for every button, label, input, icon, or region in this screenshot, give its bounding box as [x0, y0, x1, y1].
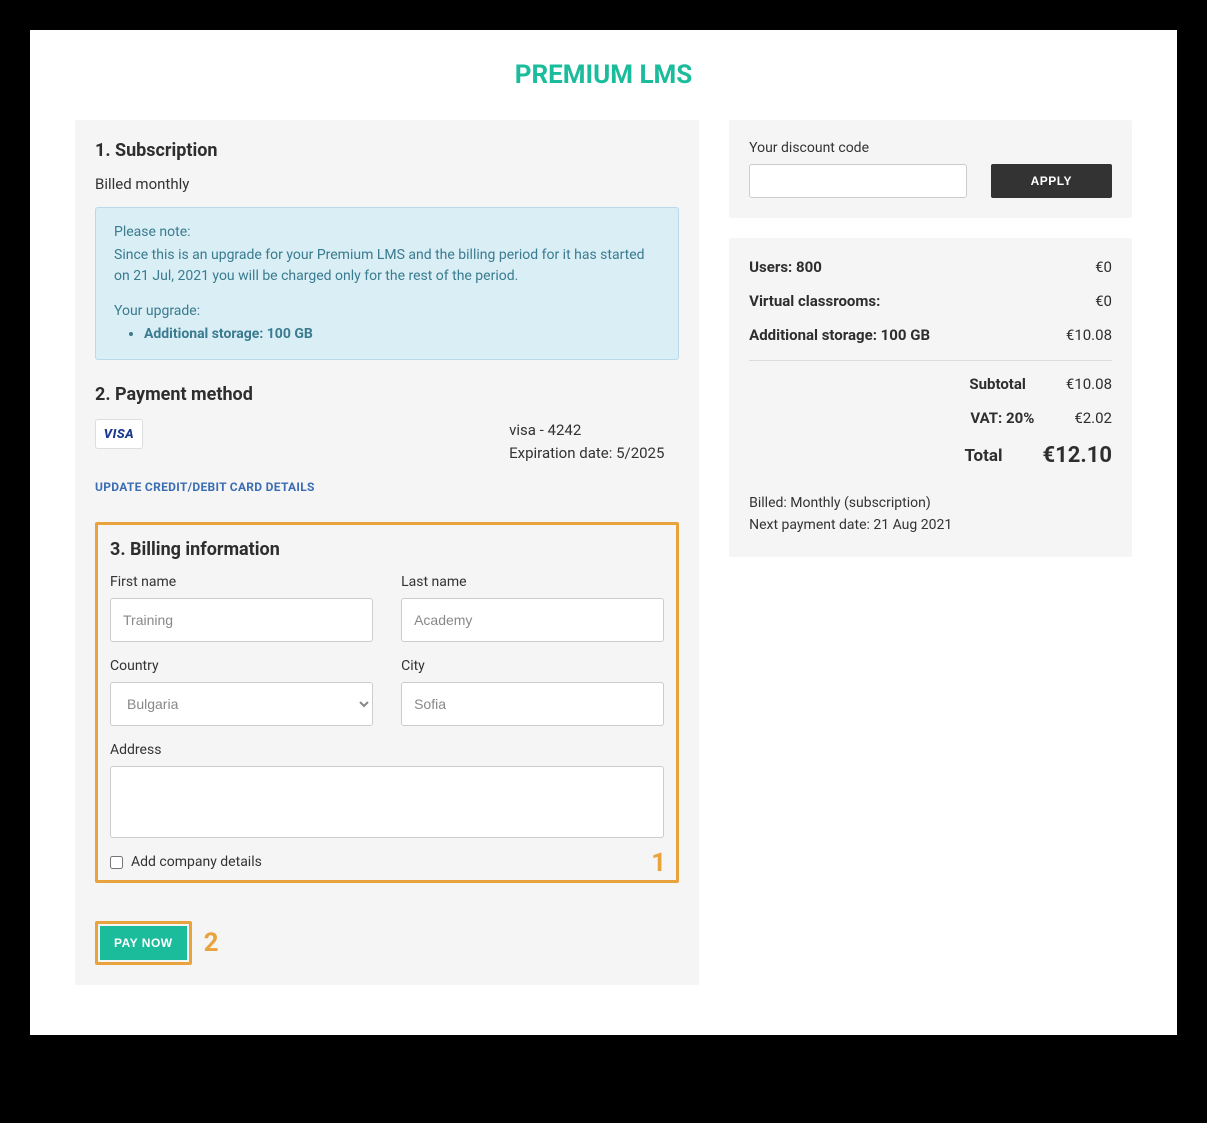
last-name-input[interactable] [401, 598, 664, 642]
left-column: 1. Subscription Billed monthly Please no… [75, 120, 699, 985]
card-expiration: Expiration date: 5/2025 [509, 442, 679, 465]
city-input[interactable] [401, 682, 664, 726]
row-users: Users: 800 €0 [749, 258, 1112, 276]
row-name: First name Last name [110, 574, 664, 642]
label-country: Country [110, 658, 373, 674]
upgrade-item: Additional storage: 100 GB [144, 324, 660, 345]
discount-label: Your discount code [749, 140, 1112, 156]
company-label: Add company details [131, 854, 262, 870]
group-country: Country Bulgaria [110, 658, 373, 726]
vat-value: €2.02 [1074, 409, 1112, 427]
payment-heading: 2. Payment method [95, 384, 679, 405]
upgrade-note: Please note: Since this is an upgrade fo… [95, 207, 679, 360]
pay-now-button[interactable]: PAY NOW [100, 926, 187, 960]
group-city: City [401, 658, 664, 726]
summary-panel: Users: 800 €0 Virtual classrooms: €0 Add… [729, 238, 1132, 557]
address-input[interactable] [110, 766, 664, 838]
section-subscription: 1. Subscription Billed monthly Please no… [95, 140, 679, 360]
company-row: Add company details [110, 854, 664, 870]
row-subtotal: Subtotal €10.08 [749, 375, 1112, 393]
group-first-name: First name [110, 574, 373, 642]
storage-value: €10.08 [1066, 326, 1112, 344]
row-vat: VAT: 20% €2.02 [749, 409, 1112, 427]
total-value: €12.10 [1043, 443, 1113, 468]
row-storage: Additional storage: 100 GB €10.08 [749, 326, 1112, 344]
step-badge-2: 2 [204, 928, 219, 958]
discount-panel: Your discount code APPLY [729, 120, 1132, 218]
totals: Subtotal €10.08 VAT: 20% €2.02 Total €12… [749, 375, 1112, 468]
billing-heading: 3. Billing information [110, 539, 664, 560]
users-value: €0 [1095, 258, 1112, 276]
subtotal-value: €10.08 [1066, 375, 1112, 393]
update-card-link[interactable]: UPDATE CREDIT/DEBIT CARD DETAILS [95, 480, 679, 494]
storage-label: Additional storage: 100 GB [749, 326, 930, 344]
layout: 1. Subscription Billed monthly Please no… [75, 120, 1132, 985]
first-name-input[interactable] [110, 598, 373, 642]
payment-info: visa - 4242 Expiration date: 5/2025 [509, 419, 679, 464]
rooms-label: Virtual classrooms: [749, 292, 880, 310]
total-label: Total [749, 446, 1002, 466]
label-address: Address [110, 742, 664, 758]
vat-label: VAT: 20% [749, 409, 1034, 427]
billed-text: Billed: Monthly (subscription) [749, 492, 1112, 514]
users-label: Users: 800 [749, 258, 822, 276]
billing-meta: Billed: Monthly (subscription) Next paym… [749, 492, 1112, 537]
label-last-name: Last name [401, 574, 664, 590]
payment-row: VISA visa - 4242 Expiration date: 5/2025 [95, 419, 679, 464]
row-location: Country Bulgaria City [110, 658, 664, 726]
step-badge-1: 1 [651, 848, 666, 878]
pay-row: PAY NOW 2 [95, 921, 679, 965]
note-body: Since this is an upgrade for your Premiu… [114, 245, 660, 287]
section-billing: 3. Billing information First name Last n… [95, 522, 679, 883]
visa-icon: VISA [95, 419, 143, 449]
label-city: City [401, 658, 664, 674]
right-column: Your discount code APPLY Users: 800 €0 V… [729, 120, 1132, 557]
summary-divider [749, 360, 1112, 361]
next-payment: Next payment date: 21 Aug 2021 [749, 514, 1112, 536]
label-first-name: First name [110, 574, 373, 590]
group-last-name: Last name [401, 574, 664, 642]
billed-frequency: Billed monthly [95, 175, 679, 193]
pay-highlight: PAY NOW [95, 921, 192, 965]
row-rooms: Virtual classrooms: €0 [749, 292, 1112, 310]
section-payment: 2. Payment method VISA visa - 4242 Expir… [95, 384, 679, 494]
page: PREMIUM LMS 1. Subscription Billed month… [30, 30, 1177, 1035]
card-masked: visa - 4242 [509, 419, 679, 442]
upgrade-label: Your upgrade: [114, 301, 660, 322]
subtotal-label: Subtotal [749, 375, 1026, 393]
upgrade-list: Additional storage: 100 GB [114, 324, 660, 345]
subscription-heading: 1. Subscription [95, 140, 679, 161]
rooms-value: €0 [1095, 292, 1112, 310]
apply-button[interactable]: APPLY [991, 164, 1112, 198]
group-address: Address [110, 742, 664, 838]
row-total: Total €12.10 [749, 443, 1112, 468]
country-select[interactable]: Bulgaria [110, 682, 373, 726]
note-title: Please note: [114, 222, 660, 243]
row-address: Address [110, 742, 664, 838]
discount-input[interactable] [749, 164, 966, 198]
brand-title: PREMIUM LMS [75, 60, 1132, 90]
discount-row: APPLY [749, 164, 1112, 198]
company-checkbox[interactable] [110, 856, 123, 869]
